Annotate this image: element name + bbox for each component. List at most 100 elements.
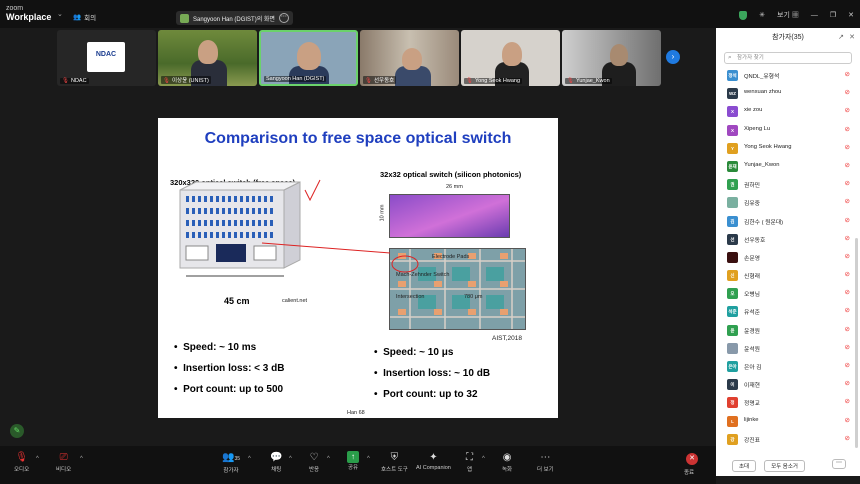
chat-button[interactable]: 💬 채팅	[270, 451, 282, 473]
participant-row[interactable]: 선 선우동호 ⊘	[716, 230, 860, 248]
participant-row[interactable]: Llijinke ⊘	[716, 412, 860, 430]
participant-row[interactable]: 윤 윤경원 ⊘	[716, 321, 860, 339]
participant-row[interactable]: 윤석원 ⊘	[716, 339, 860, 357]
video-tile[interactable]: 🎙 선우동호	[360, 30, 459, 86]
more-icon: ⋯	[540, 452, 551, 463]
participant-name: 은아 김	[744, 365, 762, 371]
close-icon[interactable]: ✕	[848, 11, 854, 19]
video-label: 비디오	[56, 467, 72, 473]
muted-mic-icon: ⊘	[844, 252, 850, 260]
muted-mic-icon: ⊘	[844, 180, 850, 188]
participant-row[interactable]: 윤재 Yunjae_Kwon ⊘	[716, 157, 860, 175]
participant-row[interactable]: WZ wenxuan zhou ⊘	[716, 84, 860, 102]
avatar: 김	[727, 215, 738, 227]
participants-options-caret[interactable]: ^	[248, 456, 251, 462]
video-tile[interactable]: 🎙 이상윤 (UNIST)	[158, 30, 257, 86]
participant-row[interactable]: X Xipeng Lu ⊘	[716, 121, 860, 139]
participant-row[interactable]: 신 신형래 ⊘	[716, 266, 860, 284]
scrollbar[interactable]	[855, 238, 858, 448]
panel-header: 참가자(35) ↗ ✕	[716, 28, 860, 48]
tile-name: 🎙 NDAC	[60, 78, 89, 84]
participant-name: QNDL_유형석	[744, 74, 780, 80]
people-icon: 👥	[73, 14, 82, 21]
close-icon[interactable]: ✕	[849, 28, 855, 48]
maximize-icon[interactable]: ❐	[830, 11, 836, 19]
screen-share-indicator[interactable]: Sangyoon Han (DGIST)의 화면 ⋯	[176, 11, 293, 25]
muted-mic-icon: ⊘	[844, 398, 850, 406]
more-button[interactable]: ⋯ 더 보기	[537, 451, 554, 473]
tile-name: Sangyoon Han (DGIST)	[264, 76, 327, 82]
left-bullet-list: • Speed: ~ 10 ms • Insertion loss: < 3 d…	[174, 342, 284, 405]
invite-button[interactable]: 초대	[732, 460, 757, 472]
ai-companion-button[interactable]: ✦ AI Companion	[416, 451, 451, 471]
popout-icon[interactable]: ↗	[838, 28, 844, 48]
participant-row[interactable]: 김 김한수 ( 원운대) ⊘	[716, 212, 860, 230]
meeting-menu[interactable]: 👥 회의	[73, 12, 96, 22]
view-menu[interactable]: 보기 ▦	[777, 10, 799, 20]
panel-footer: 초대 모두 음소거 ⋯	[716, 456, 860, 476]
apps-button[interactable]: ⛶ 앱	[466, 451, 473, 473]
react-options-caret[interactable]: ^	[327, 456, 330, 462]
shield-icon[interactable]	[739, 10, 748, 20]
video-tile[interactable]: NDAC 🎙 NDAC	[57, 30, 156, 86]
more-label: 더 보기	[537, 467, 554, 473]
participant-row[interactable]: Xxie zou ⊘	[716, 102, 860, 120]
share-options-caret[interactable]: ^	[367, 456, 370, 462]
muted-mic-icon: ⊘	[844, 325, 850, 333]
mute-all-button[interactable]: 모두 음소거	[764, 460, 805, 472]
avatar: 신	[727, 270, 738, 282]
host-tools-button[interactable]: ⛨ 호스트 도구	[381, 451, 408, 473]
slide-footer: Han 68	[347, 410, 365, 416]
record-button[interactable]: ◉ 녹화	[502, 451, 512, 473]
minimize-icon[interactable]: —	[811, 12, 818, 19]
participant-row[interactable]: 권 권하민 ⊘	[716, 175, 860, 193]
participant-row[interactable]: 이 이재현 ⊘	[716, 375, 860, 393]
video-tile[interactable]: 🎙 Yunjae_Kwon	[562, 30, 661, 86]
participant-name: 권하민	[744, 183, 760, 190]
muted-mic-icon: 🎙	[567, 78, 574, 84]
video-tile[interactable]: 🎙 Yong Seok Hwang	[461, 30, 560, 86]
react-button[interactable]: ♡ 반응	[309, 451, 319, 473]
share-button[interactable]: ↑ 공유	[347, 451, 359, 471]
participant-row[interactable]: 정석 QNDL_유형석 ⊘	[716, 66, 860, 84]
next-page-button[interactable]: ›	[666, 50, 680, 64]
participant-row[interactable]: 손문영 ⊘	[716, 248, 860, 266]
audio-button[interactable]: 🎙 오디오	[14, 451, 29, 473]
participants-button[interactable]: 👥35 참가자	[222, 451, 240, 474]
video-options-caret[interactable]: ^	[80, 456, 83, 462]
person-face	[402, 48, 422, 70]
chat-options-caret[interactable]: ^	[289, 456, 292, 462]
participant-search-input[interactable]: ⌕ 참가자 찾기	[724, 52, 852, 64]
apps-icon: ⛶	[466, 452, 473, 463]
avatar	[727, 342, 738, 354]
participant-row[interactable]: 오 오병님 ⊘	[716, 284, 860, 302]
participant-row[interactable]: 김유중 ⊘	[716, 193, 860, 211]
end-label: 종료	[684, 470, 695, 476]
participant-row[interactable]: 석준 유석준 ⊘	[716, 302, 860, 320]
audio-options-caret[interactable]: ^	[36, 456, 39, 462]
video-button[interactable]: ⎚ 비디오	[56, 451, 71, 473]
more-options-icon[interactable]: ⋯	[832, 459, 846, 469]
wave-icon[interactable]: ✳	[759, 11, 765, 19]
muted-mic-icon: ⊘	[844, 307, 850, 315]
panel-title: 참가자(35)	[772, 34, 804, 41]
person-face	[502, 42, 522, 66]
apps-options-caret[interactable]: ^	[482, 456, 485, 462]
video-tile-active-speaker[interactable]: Sangyoon Han (DGIST)	[259, 30, 358, 86]
avatar: 이	[727, 379, 738, 391]
participant-row[interactable]: Y Yong Seok Hwang ⊘	[716, 139, 860, 157]
participant-row[interactable]: 강 강진표 ⊘	[716, 430, 860, 448]
people-icon: 👥35	[222, 452, 241, 463]
chevron-down-icon[interactable]: ⌄	[57, 10, 63, 18]
participant-name: wenxuan zhou	[744, 89, 782, 96]
end-meeting-button[interactable]: ✕	[686, 453, 698, 465]
search-icon: ⌕	[728, 54, 732, 61]
participant-name: 선우동호	[744, 237, 766, 244]
participant-row[interactable]: 정 정명교 ⊘	[716, 393, 860, 411]
participant-name: xie zou	[744, 107, 763, 114]
more-options-icon[interactable]: ⋯	[278, 13, 289, 23]
participant-list: 정석 QNDL_유형석 ⊘ WZ wenxuan zhou ⊘ Xxie zou ⊘ X Xipe…	[716, 66, 860, 448]
bullet-item: • Port count: up to 32	[374, 389, 478, 400]
annotate-pen-button[interactable]: ✎	[10, 424, 24, 438]
participant-row[interactable]: 은아 은아 김 ⊘	[716, 357, 860, 375]
